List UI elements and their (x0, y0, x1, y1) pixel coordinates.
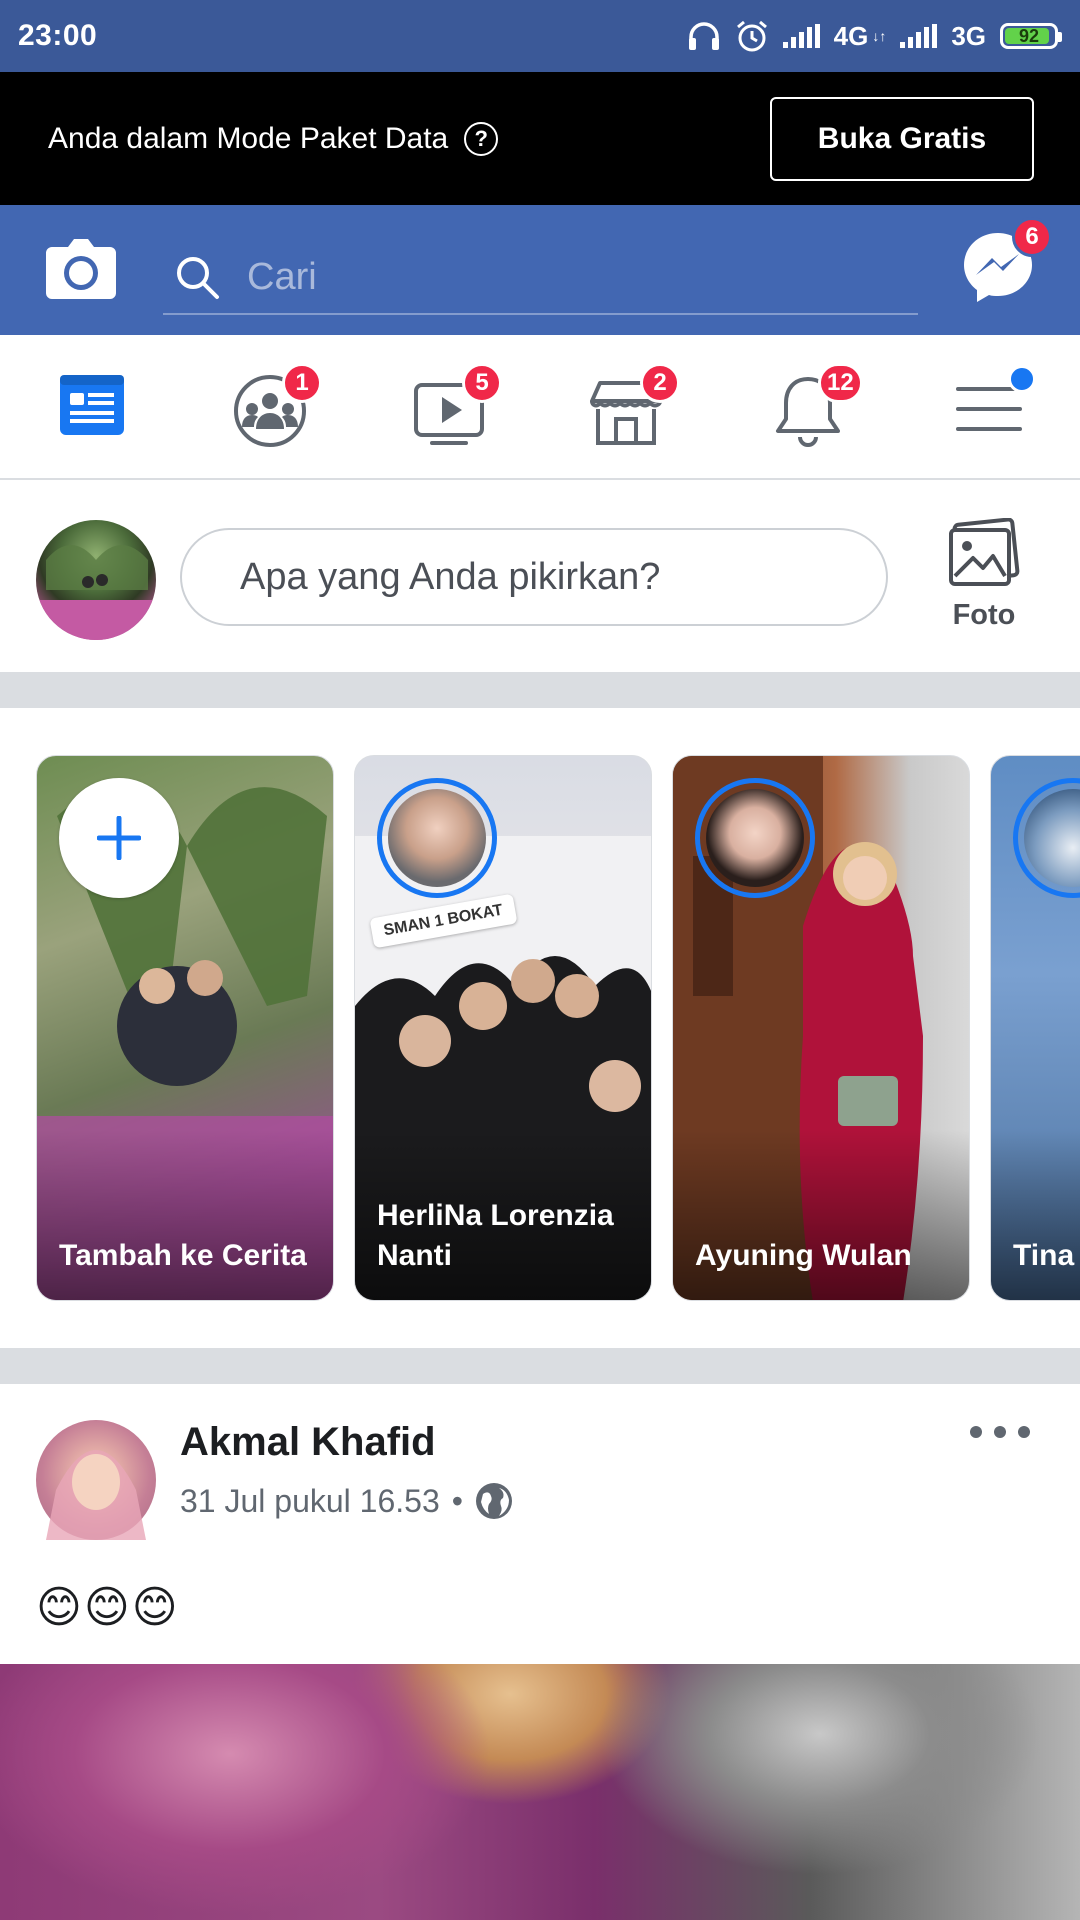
status-time: 23:00 (18, 19, 98, 52)
story-card[interactable]: Ayuning Wulan (672, 755, 970, 1301)
story-name: Ayuning Wulan (695, 1239, 912, 1272)
add-story-card[interactable]: Tambah ke Cerita (36, 755, 334, 1301)
data-mode-banner: Anda dalam Mode Paket Data ? Buka Gratis (0, 72, 1080, 205)
network-type-1: 4G (833, 20, 869, 51)
search-placeholder: Cari (247, 255, 317, 298)
story-avatar (695, 778, 815, 898)
story-card[interactable]: SMAN 1 BOKAT HerliNa Lorenzia Nanti (354, 755, 652, 1301)
alarm-icon (736, 20, 767, 52)
notifications-badge: 12 (818, 363, 863, 403)
menu-dot-badge (1008, 365, 1036, 393)
tab-bar: 1 5 2 12 (0, 335, 1080, 480)
post-more-button[interactable] (970, 1412, 1030, 1452)
feed-post: Akmal Khafid 31 Jul pukul 16.53 • 😊😊😊 (0, 1384, 1080, 1920)
post-author-avatar[interactable] (36, 1420, 156, 1540)
whats-on-your-mind-input[interactable]: Apa yang Anda pikirkan? (180, 528, 888, 626)
groups-badge: 1 (282, 363, 322, 403)
status-icons: 4G ↓↑ 3G 92 (687, 19, 1062, 53)
battery-icon: 92 (1000, 23, 1062, 49)
signal-icon (782, 24, 820, 48)
story-name: Tambah ke Cerita (59, 1239, 307, 1272)
more-dot (970, 1426, 982, 1438)
post-author-name[interactable]: Akmal Khafid (180, 1420, 436, 1465)
more-dot (1018, 1426, 1030, 1438)
watch-badge: 5 (462, 363, 502, 403)
signal-icon (900, 24, 938, 48)
meta-separator: • (451, 1482, 463, 1519)
headphones-icon (688, 22, 719, 50)
app-header: Cari 6 (0, 205, 1080, 335)
section-divider (0, 672, 1080, 708)
post-composer: Apa yang Anda pikirkan? Foto (0, 480, 1080, 672)
open-free-button[interactable]: Buka Gratis (770, 96, 1034, 181)
stories-tray: Tambah ke Cerita SMAN 1 BOKAT HerliNa Lo… (0, 708, 1080, 1348)
story-name: Tina (1013, 1239, 1075, 1272)
photo-button[interactable]: Foto (940, 517, 1028, 632)
photo-label: Foto (952, 599, 1016, 631)
network-activity: ↓↑ (872, 28, 887, 44)
messenger-button[interactable]: 6 (960, 217, 1052, 305)
more-dot (994, 1426, 1006, 1438)
battery-percent: 92 (1018, 25, 1040, 46)
news-feed-icon (60, 375, 124, 435)
tab-watch[interactable]: 5 (412, 363, 502, 457)
post-image[interactable] (0, 1664, 1080, 1920)
tab-notifications[interactable]: 12 (772, 363, 863, 457)
avatar[interactable] (36, 520, 156, 640)
tab-groups[interactable]: 1 (232, 363, 322, 457)
camera-icon[interactable] (44, 233, 118, 301)
help-icon[interactable]: ? (464, 121, 499, 156)
post-timestamp[interactable]: 31 Jul pukul 16.53 (180, 1483, 440, 1520)
search-bar[interactable]: Cari (163, 241, 918, 315)
post-meta: 31 Jul pukul 16.53 • (180, 1482, 513, 1520)
data-mode-message: Anda dalam Mode Paket Data (48, 121, 449, 155)
story-name: HerliNa Lorenzia Nanti (377, 1199, 614, 1272)
search-icon (177, 257, 219, 299)
status-bar: 23:00 4G ↓↑ 3G 92 (0, 0, 1080, 72)
avatar-photo (36, 545, 156, 640)
story-avatar (1013, 778, 1080, 898)
plus-icon (97, 816, 141, 860)
avatar-photo (46, 1450, 146, 1540)
messenger-badge: 6 (1012, 217, 1052, 257)
tab-marketplace[interactable]: 2 (590, 363, 680, 457)
tab-menu[interactable] (954, 365, 1044, 457)
network-type-2: 3G (951, 20, 986, 51)
story-avatar (377, 778, 497, 898)
story-card[interactable]: Tina (990, 755, 1080, 1301)
post-text: 😊😊😊 (36, 1583, 180, 1632)
section-divider (0, 1348, 1080, 1384)
tab-news-feed[interactable] (54, 367, 144, 457)
globe-icon (475, 1483, 512, 1519)
marketplace-badge: 2 (640, 363, 680, 403)
photo-icon (949, 517, 1020, 586)
add-story-button[interactable] (59, 778, 179, 898)
